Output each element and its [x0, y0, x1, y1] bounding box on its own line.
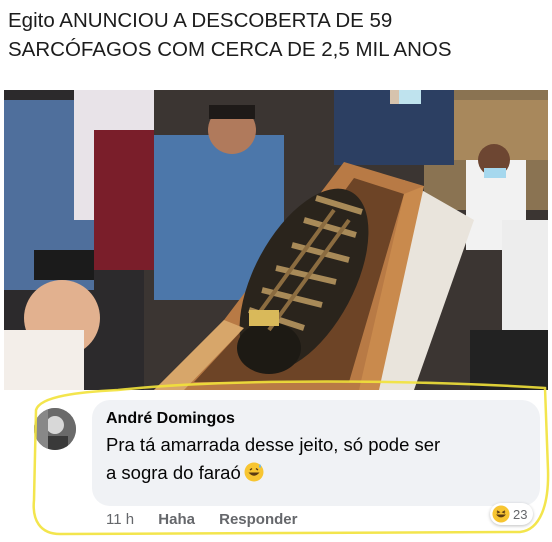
- comment-time[interactable]: 11 h: [106, 511, 134, 528]
- comment-bubble: André Domingos Pra tá amarrada desse jei…: [92, 400, 540, 506]
- comment-text: Pra tá amarrada desse jeito, só pode ser…: [106, 431, 526, 487]
- post-headline: Egito ANUNCIOU A DESCOBERTA DE 59 SARCÓF…: [8, 6, 544, 64]
- comment: André Domingos Pra tá amarrada desse jei…: [30, 400, 542, 532]
- headline-line-2: SARCÓFAGOS COM CERCA DE 2,5 MIL ANOS: [8, 38, 452, 61]
- reaction-count: 23: [513, 506, 528, 522]
- haha-emoji-icon: [492, 505, 510, 523]
- avatar[interactable]: [34, 408, 76, 450]
- avatar-image: [34, 408, 76, 450]
- comment-text-line-2-text: a sogra do faraó: [106, 462, 241, 483]
- haha-reaction-link[interactable]: Haha: [158, 511, 195, 528]
- comment-text-line-1: Pra tá amarrada desse jeito, só pode ser: [106, 434, 441, 455]
- comment-text-line-2: a sogra do faraó: [106, 459, 526, 487]
- comment-actions: 11 h Haha Responder: [106, 511, 317, 531]
- headline-line-1: Egito ANUNCIOU A DESCOBERTA DE 59: [8, 9, 393, 32]
- grinning-sweat-emoji-icon: [244, 462, 264, 482]
- reply-link[interactable]: Responder: [219, 511, 297, 528]
- photo-illustration: [4, 90, 548, 390]
- comment-author[interactable]: André Domingos: [106, 409, 526, 429]
- sarcophagus-photo[interactable]: [4, 90, 548, 390]
- reaction-summary[interactable]: 23: [490, 503, 534, 525]
